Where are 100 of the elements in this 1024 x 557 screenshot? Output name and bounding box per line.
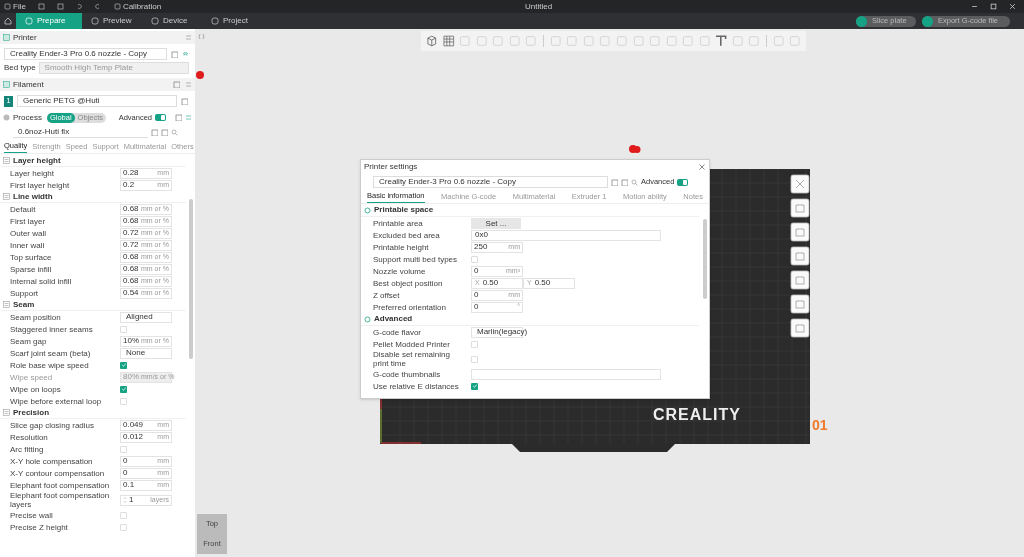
swap-icon[interactable] <box>185 114 192 121</box>
field-label: Slice gap closing radius <box>9 420 96 430</box>
checkbox[interactable] <box>120 511 127 519</box>
preset-dropdown[interactable]: Creality Ender-3 Pro 0.6 nozzle - Copy <box>4 48 167 60</box>
field-label: Internal solid infill <box>9 276 73 286</box>
field-label: Printable height <box>372 242 430 252</box>
file-icon <box>4 3 11 10</box>
checkbox[interactable] <box>120 397 127 405</box>
swap-icon[interactable] <box>185 34 192 41</box>
preset-dropdown[interactable]: Creality Ender-3 Pro 0.6 nozzle - Copy <box>373 176 608 188</box>
export-icon[interactable] <box>173 81 180 88</box>
group-icon <box>3 301 10 308</box>
group-title: Advanced <box>374 313 413 325</box>
top-tab[interactable]: Preview <box>82 13 142 29</box>
scrollbar[interactable] <box>189 199 193 359</box>
tab-icon <box>151 17 159 25</box>
minimize-icon[interactable] <box>971 3 978 10</box>
preset-dropdown[interactable]: Generic PETG @Huti <box>17 95 177 107</box>
tool-icon[interactable] <box>790 318 810 338</box>
remove-icon[interactable] <box>161 128 168 136</box>
search-icon[interactable] <box>631 178 638 186</box>
preset-dropdown[interactable]: 0.6noz-Huti fix <box>13 126 148 138</box>
menu-button[interactable]: File <box>4 0 26 13</box>
dialog-title: Printer settings <box>364 160 418 173</box>
checkbox[interactable] <box>120 385 127 393</box>
checkbox[interactable] <box>120 325 127 333</box>
bed-logo: CREALITY <box>653 405 741 425</box>
checkbox[interactable] <box>471 255 478 263</box>
advanced-toggle[interactable] <box>677 178 689 186</box>
grid-icon[interactable] <box>441 34 456 48</box>
field-label: Sparse infill <box>9 264 53 274</box>
remove-icon[interactable] <box>621 178 628 186</box>
field-label: Printable area <box>372 218 424 228</box>
gear-icon <box>364 206 371 214</box>
cube-icon[interactable] <box>425 34 439 48</box>
checkbox[interactable] <box>471 340 478 348</box>
preset-name: Generic PETG @Huti <box>23 95 100 107</box>
set-button[interactable]: Set ... <box>471 217 521 229</box>
save-icon[interactable] <box>175 114 182 121</box>
checkbox[interactable] <box>120 445 127 453</box>
dropdown-value: None <box>126 347 146 359</box>
filament-slot[interactable]: 1 <box>4 95 13 107</box>
preset-name: Smooth High Temp Plate <box>44 62 133 74</box>
menu-button[interactable]: Calibration <box>113 0 162 13</box>
field-label: Disable set remaining print time <box>372 350 451 368</box>
field-label: Seam position <box>9 312 62 322</box>
edit-icon[interactable] <box>171 50 178 58</box>
group-title: Seam <box>13 298 35 311</box>
tool-icon[interactable] <box>790 246 810 266</box>
group-icon <box>3 409 10 416</box>
text-tool-icon[interactable] <box>714 34 728 48</box>
dropdown[interactable]: None <box>120 347 172 359</box>
swap-icon[interactable] <box>185 81 192 88</box>
save-icon[interactable] <box>37 3 45 10</box>
group-title: Precision <box>13 406 49 419</box>
tool-icon[interactable] <box>790 222 810 242</box>
field-label: Bed type <box>4 62 36 74</box>
top-tab[interactable]: Device <box>142 13 202 29</box>
field-label: Nozzle volume <box>372 266 427 276</box>
home-icon[interactable] <box>4 17 12 25</box>
checkbox[interactable] <box>120 361 127 369</box>
advanced-toggle[interactable] <box>155 114 166 121</box>
tool-icon[interactable] <box>790 198 810 218</box>
close-icon[interactable] <box>790 174 810 194</box>
tool-icon[interactable] <box>790 294 810 314</box>
wifi-icon[interactable] <box>182 50 189 58</box>
search-icon[interactable] <box>171 128 178 136</box>
field-label: Resolution <box>9 432 49 442</box>
dropdown-value: Aligned <box>126 311 153 323</box>
checkbox[interactable] <box>471 382 478 390</box>
field-label: Z offset <box>372 290 401 300</box>
edit-icon[interactable] <box>181 97 188 105</box>
save-icon[interactable] <box>611 178 618 186</box>
field-label: Excluded bed area <box>372 230 441 240</box>
tab-icon <box>25 17 33 25</box>
field-label: Arc fitting <box>9 444 45 454</box>
collapse-icon[interactable] <box>198 33 205 40</box>
field-label: Support <box>9 288 40 298</box>
scrollbar[interactable] <box>703 219 707 299</box>
tool-icon[interactable] <box>790 270 810 290</box>
field-label: X-Y hole compensation <box>9 456 94 466</box>
save-icon[interactable] <box>56 3 64 10</box>
top-tab[interactable]: Project <box>202 13 262 29</box>
field-label: Outer wall <box>9 228 47 238</box>
field-label: First layer <box>9 216 47 226</box>
dropdown[interactable]: Aligned <box>120 311 172 323</box>
tab-icon <box>211 17 219 25</box>
input-field[interactable]: 0x0 <box>471 229 661 241</box>
field-label: Support multi bed types <box>372 254 459 264</box>
checkbox[interactable] <box>471 355 478 363</box>
save-icon[interactable] <box>151 128 158 136</box>
section-title: Filament <box>13 78 44 91</box>
maximize-icon[interactable] <box>990 3 997 10</box>
field-label: Precise wall <box>9 510 54 520</box>
gear-icon <box>364 315 371 323</box>
field-label: Wipe speed <box>9 372 54 382</box>
filament-icon <box>3 81 10 88</box>
field-label: Seam gap <box>9 336 48 346</box>
input-field[interactable] <box>471 368 661 380</box>
checkbox[interactable] <box>120 523 127 531</box>
